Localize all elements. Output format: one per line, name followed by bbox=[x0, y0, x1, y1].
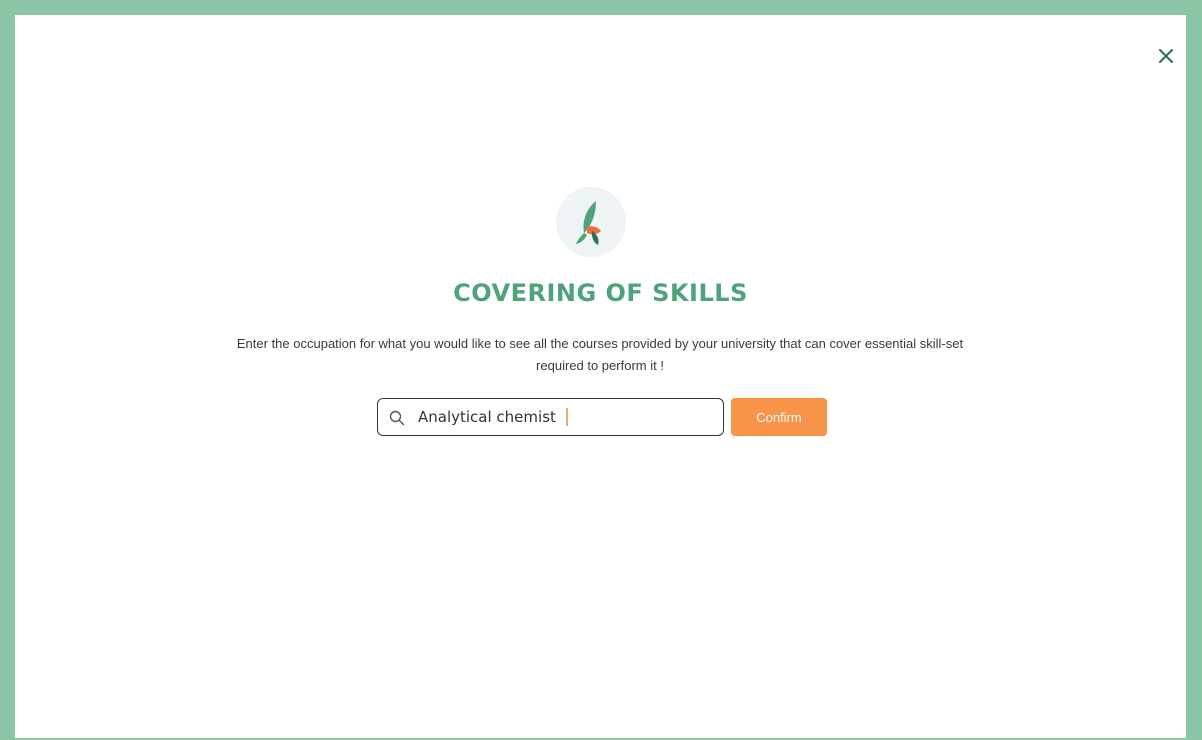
logo bbox=[556, 187, 626, 257]
search-input[interactable] bbox=[418, 399, 708, 435]
close-button[interactable] bbox=[1157, 47, 1175, 65]
search-box[interactable] bbox=[377, 398, 724, 436]
search-icon bbox=[389, 410, 405, 426]
close-icon bbox=[1159, 49, 1173, 63]
modal-description: Enter the occupation for what you would … bbox=[236, 336, 964, 373]
confirm-button[interactable]: Confirm bbox=[731, 398, 827, 436]
leaf-logo-icon bbox=[576, 201, 601, 245]
skills-modal: COVERING OF SKILLS Enter the occupation … bbox=[15, 15, 1186, 738]
modal-title: COVERING OF SKILLS bbox=[453, 279, 748, 307]
text-cursor bbox=[565, 408, 568, 426]
